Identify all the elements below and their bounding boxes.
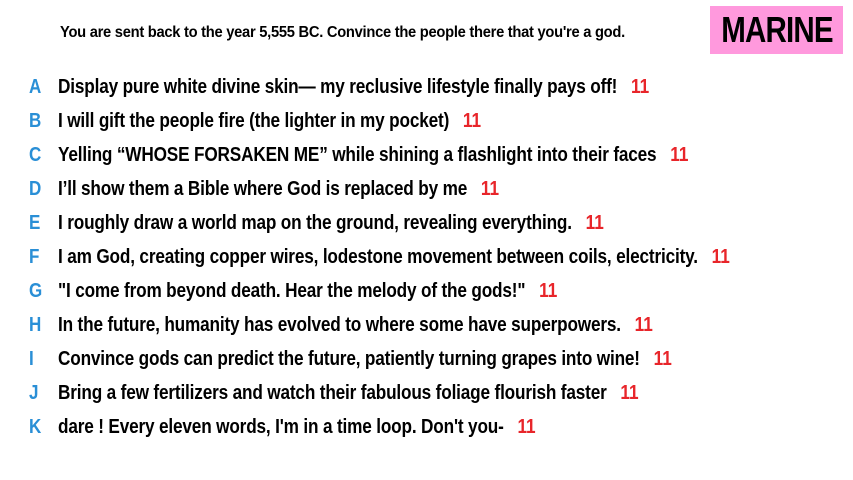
answer-text: dare ! Every eleven words, I'm in a time… (58, 415, 504, 438)
answer-text: I am God, creating copper wires, lodesto… (58, 245, 698, 268)
answer-body: I’ll show them a Bible where God is repl… (58, 178, 499, 201)
answer-body: I roughly draw a world map on the ground… (58, 212, 604, 235)
answer-letter: G (29, 279, 43, 302)
answer-letter: E (29, 211, 41, 234)
answer-body: dare ! Every eleven words, I'm in a time… (58, 416, 536, 439)
answer-text: Bring a few fertilizers and watch their … (58, 381, 607, 404)
answer-score: 11 (711, 245, 730, 268)
answer-score: 11 (585, 211, 604, 234)
answer-letter: H (29, 313, 42, 336)
answer-letter: D (29, 177, 42, 200)
answer-body: I am God, creating copper wires, lodesto… (58, 246, 730, 269)
answer-text: Convince gods can predict the future, pa… (58, 347, 640, 370)
answer-text: Display pure white divine skin— my reclu… (58, 75, 618, 98)
answer-score: 11 (517, 415, 536, 438)
answer-score: 11 (620, 381, 639, 404)
answer-text: I will gift the people fire (the lighter… (58, 109, 450, 132)
answer-body: Bring a few fertilizers and watch their … (58, 382, 639, 405)
team-badge: MARINE (710, 6, 843, 54)
answer-letter: B (29, 109, 42, 132)
answer-body: In the future, humanity has evolved to w… (58, 314, 653, 337)
answer-letter: K (29, 415, 42, 438)
answer-body: I will gift the people fire (the lighter… (58, 110, 481, 133)
answer-letter: C (29, 143, 42, 166)
answer-score: 11 (634, 313, 653, 336)
answer-letter: A (29, 75, 42, 98)
answer-text: I roughly draw a world map on the ground… (58, 211, 572, 234)
team-badge-label: MARINE (720, 9, 833, 50)
answer-body: Yelling “WHOSE FORSAKEN ME” while shinin… (58, 144, 688, 167)
answer-text: I’ll show them a Bible where God is repl… (58, 177, 468, 200)
answer-text: In the future, humanity has evolved to w… (58, 313, 621, 336)
answer-body: "I come from beyond death. Hear the melo… (58, 280, 557, 303)
answer-body: Display pure white divine skin— my reclu… (58, 76, 649, 99)
answer-text: Yelling “WHOSE FORSAKEN ME” while shinin… (58, 143, 657, 166)
answer-score: 11 (670, 143, 689, 166)
answer-text: "I come from beyond death. Hear the melo… (58, 279, 526, 302)
answer-letter: F (29, 245, 40, 268)
answer-score: 11 (480, 177, 500, 200)
answer-score: 11 (631, 75, 650, 98)
answer-body: Convince gods can predict the future, pa… (58, 348, 672, 371)
prompt-text: You are sent back to the year 5,555 BC. … (60, 24, 625, 41)
answer-letter: J (29, 381, 39, 404)
answer-score: 11 (462, 109, 482, 132)
answer-score: 11 (653, 347, 672, 370)
answer-letter: I (29, 347, 34, 370)
answer-score: 11 (539, 279, 558, 302)
